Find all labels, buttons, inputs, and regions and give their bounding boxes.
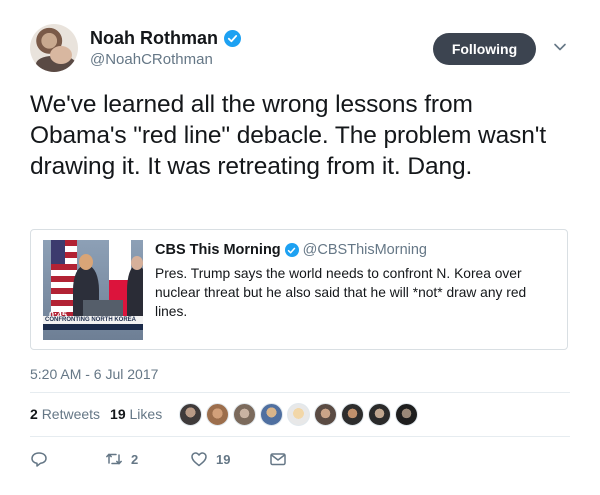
author-avatar[interactable] bbox=[30, 24, 78, 72]
following-button[interactable]: Following bbox=[433, 33, 536, 65]
liker-avatar[interactable] bbox=[233, 403, 256, 426]
reply-icon bbox=[31, 452, 47, 467]
quoted-tweet-text: Pres. Trump says the world needs to conf… bbox=[155, 266, 527, 319]
retweet-icon bbox=[106, 453, 122, 465]
retweets-stat[interactable]: 2 Retweets bbox=[30, 406, 100, 422]
quoted-author-name[interactable]: CBS This Morning bbox=[155, 242, 281, 258]
like-button[interactable]: 19 bbox=[190, 450, 269, 468]
tweet-text: We've learned all the wrong lessons from… bbox=[30, 91, 547, 180]
likers-avatars bbox=[179, 403, 418, 426]
quoted-author[interactable]: CBS This Morning @CBSThisMorning bbox=[155, 242, 427, 258]
likes-stat[interactable]: 19 Likes bbox=[110, 406, 162, 422]
divider bbox=[30, 436, 570, 437]
quoted-tweet-card[interactable]: 0:45 CONFRONTING NORTH KOREA CBS This Mo… bbox=[30, 229, 568, 350]
chevron-down-icon[interactable] bbox=[553, 40, 567, 54]
video-lower-third: CONFRONTING NORTH KOREA bbox=[45, 317, 136, 323]
like-count: 19 bbox=[216, 451, 231, 467]
retweets-count[interactable]: 2 bbox=[30, 406, 38, 422]
liker-avatar[interactable] bbox=[287, 403, 310, 426]
tweet: Noah Rothman @NoahCRothman Following We'… bbox=[0, 0, 600, 495]
author-handle[interactable]: @NoahCRothman bbox=[90, 51, 213, 68]
retweet-count: 2 bbox=[131, 451, 139, 467]
likes-label[interactable]: Likes bbox=[130, 406, 163, 422]
liker-avatar[interactable] bbox=[206, 403, 229, 426]
liker-avatar[interactable] bbox=[341, 403, 364, 426]
tweet-actions: 2 19 bbox=[30, 450, 287, 468]
envelope-icon bbox=[270, 453, 286, 466]
retweet-button[interactable]: 2 bbox=[105, 450, 190, 468]
tweet-stats: 2 Retweets 19 Likes bbox=[30, 406, 162, 422]
direct-message-button[interactable] bbox=[269, 450, 287, 468]
heart-icon bbox=[191, 452, 207, 467]
author-name-text[interactable]: Noah Rothman bbox=[90, 28, 218, 49]
liker-avatar[interactable] bbox=[260, 403, 283, 426]
liker-avatar[interactable] bbox=[395, 403, 418, 426]
liker-avatar[interactable] bbox=[368, 403, 391, 426]
liker-avatar[interactable] bbox=[314, 403, 337, 426]
author-name[interactable]: Noah Rothman bbox=[90, 28, 241, 49]
divider bbox=[30, 392, 570, 393]
liker-avatar[interactable] bbox=[179, 403, 202, 426]
quoted-author-handle[interactable]: @CBSThisMorning bbox=[303, 242, 427, 258]
tweet-timestamp[interactable]: 5:20 AM - 6 Jul 2017 bbox=[30, 366, 158, 382]
retweets-label[interactable]: Retweets bbox=[42, 406, 100, 422]
reply-button[interactable] bbox=[30, 450, 105, 468]
quoted-tweet-thumbnail[interactable]: 0:45 CONFRONTING NORTH KOREA bbox=[43, 240, 143, 340]
likes-count[interactable]: 19 bbox=[110, 406, 126, 422]
verified-badge-icon bbox=[284, 243, 299, 257]
verified-badge-icon bbox=[224, 30, 241, 47]
